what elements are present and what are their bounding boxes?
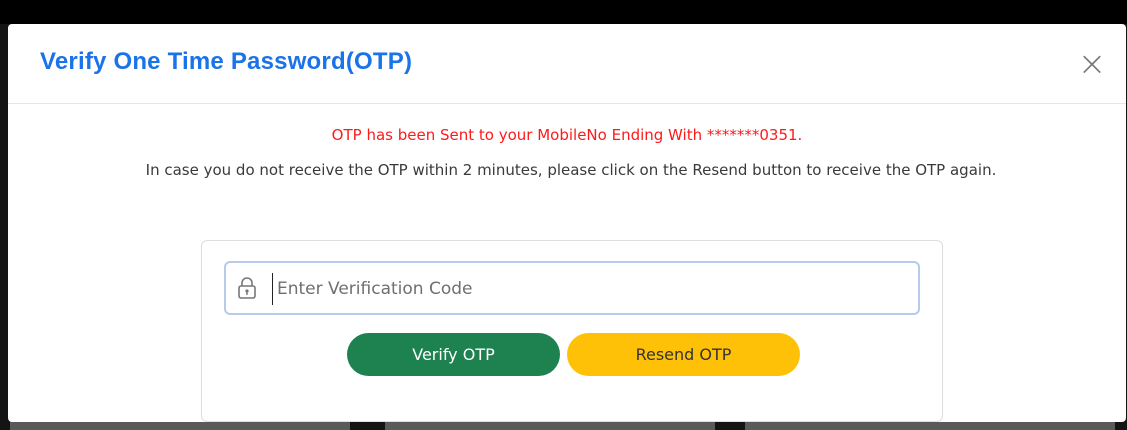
otp-modal: Verify One Time Password(OTP) × OTP has … [8,24,1126,422]
resend-instructions: In case you do not receive the OTP withi… [145,161,997,179]
backdrop-top-bar [0,0,1127,24]
modal-header: Verify One Time Password(OTP) × [8,24,1126,104]
lock-icon [236,276,258,300]
verification-code-input[interactable] [272,273,909,305]
verify-otp-button[interactable]: Verify OTP [347,333,560,376]
modal-title: Verify One Time Password(OTP) [40,48,413,75]
resend-otp-button[interactable]: Resend OTP [567,333,800,376]
otp-sent-notice: OTP has been Sent to your MobileNo Endin… [331,126,803,144]
otp-form-card: Verify OTP Resend OTP [201,240,943,422]
close-icon[interactable]: × [1076,47,1108,81]
otp-input-group [224,261,920,315]
